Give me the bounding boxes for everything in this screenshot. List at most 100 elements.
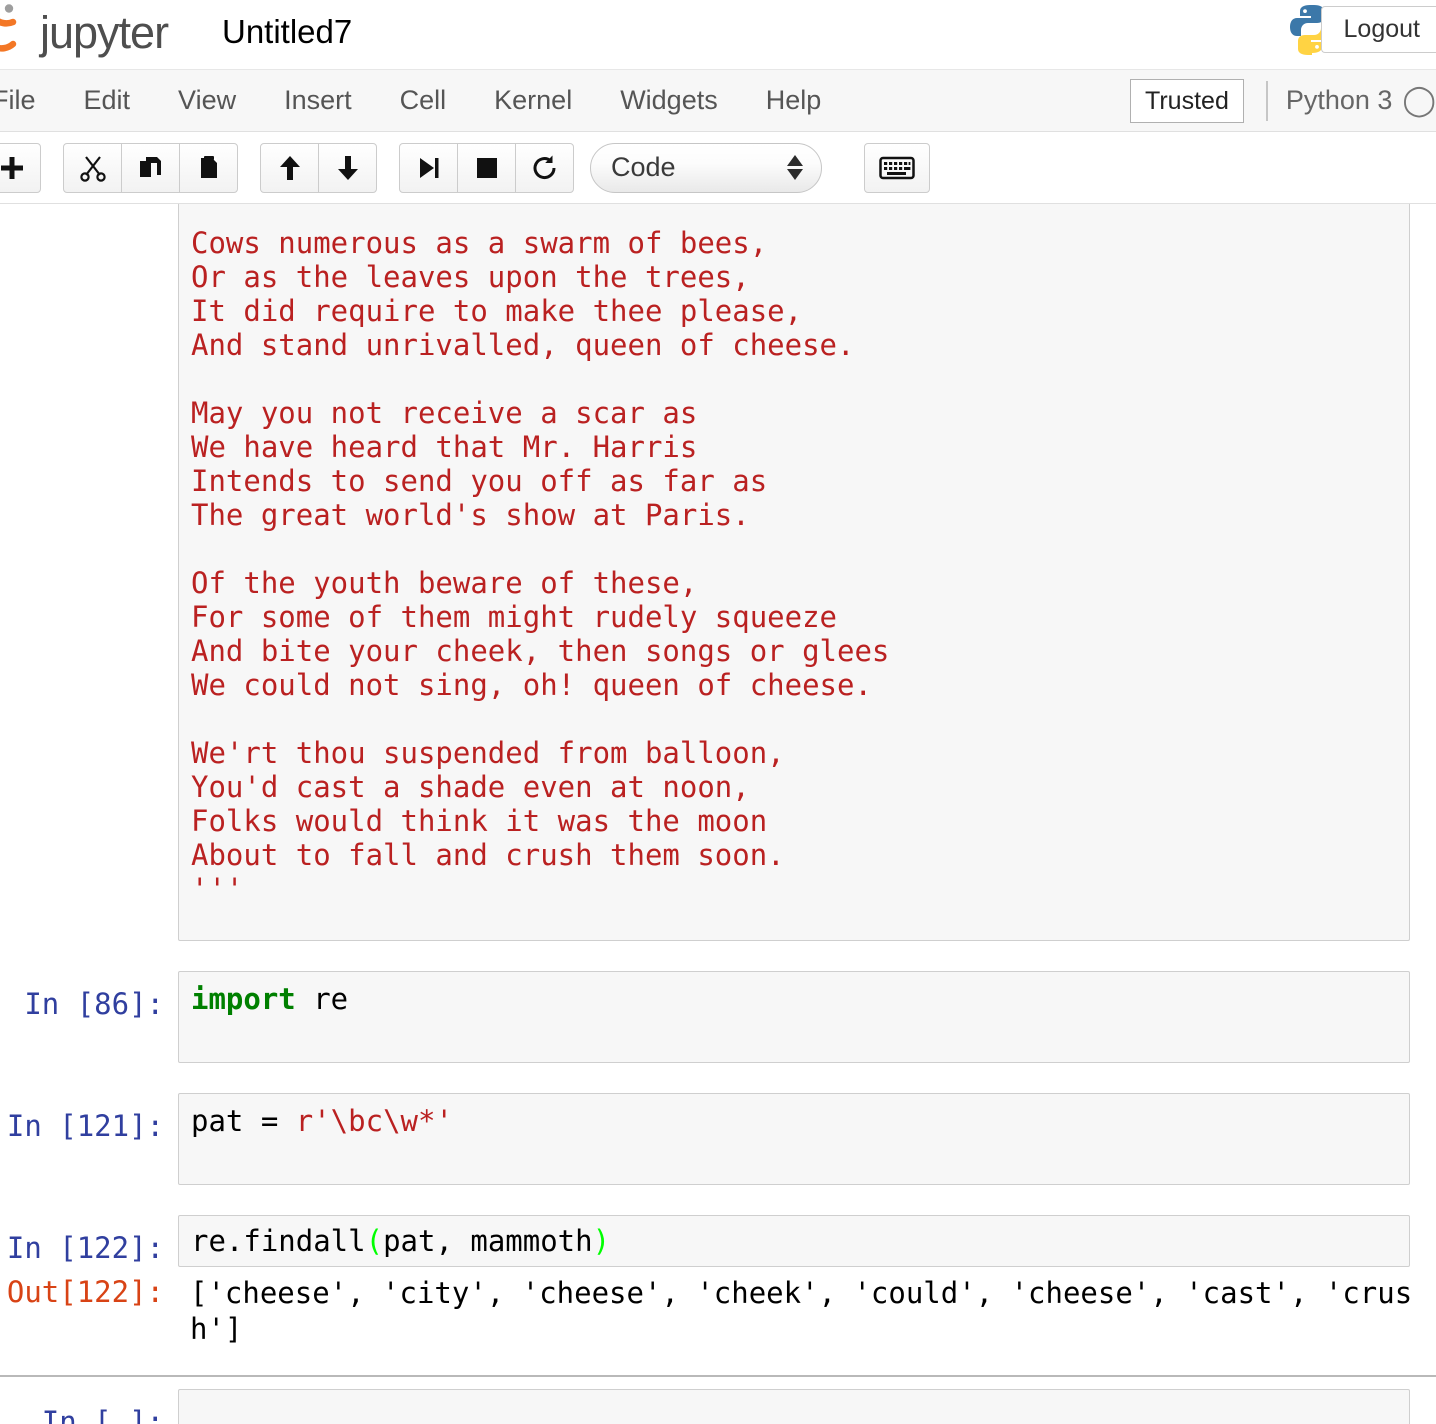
cell-source-line: Or as the leaves upon the trees, [191,260,750,294]
paste-cells-below-button[interactable] [179,142,238,193]
menu-view[interactable]: View [154,79,260,122]
restart-kernel-button[interactable] [515,142,574,193]
cell-input-area[interactable]: pat = r'\bc\w*' [178,1093,1410,1185]
notebook-title[interactable]: Untitled7 [222,6,352,58]
cell-source-line: re.findall(pat, mammoth) [191,1224,1409,1258]
cell-source-line: And bite your cheek, then songs or glees [191,634,890,668]
notebook-toolbar: Code [0,132,1436,204]
trusted-badge[interactable]: Trusted [1130,78,1244,123]
plus-icon [0,156,23,179]
cell-source-line: We have heard that Mr. Harris [191,430,698,464]
arrow-up-icon [279,155,300,180]
insert-cell-below-button[interactable] [0,142,41,193]
kernel-name-label: Python 3 [1285,85,1393,115]
stop-square-icon [476,157,497,178]
cell-input-area[interactable]: Cows numerous as a swarm of bees, Or as … [178,204,1410,941]
menu-edit[interactable]: Edit [60,79,155,122]
menu-kernel[interactable]: Kernel [470,79,596,122]
cell-input-area[interactable] [178,1389,1410,1424]
toolbar-group-clipboard [63,142,238,193]
cell-prompt-in: In [122]: [6,1231,164,1265]
cell-source-line: Intends to send you off as far as [191,464,768,498]
plain-token: pat = [191,1104,296,1138]
cell-source-line: Of the youth beware of these, [191,566,698,600]
code-cell-pattern[interactable]: In [121]: pat = r'\bc\w*' [0,1093,1436,1185]
cell-input-area[interactable]: re.findall(pat, mammoth) [178,1215,1410,1267]
cut-cells-button[interactable] [63,142,122,193]
cell-source-line: And stand unrivalled, queen of cheese. [191,328,855,362]
cell-source-line: We could not sing, oh! queen of cheese. [191,668,872,702]
output-line: h'] [190,1312,243,1346]
menu-insert[interactable]: Insert [260,79,376,122]
cell-source-line: import re [191,982,1409,1016]
menu-cell[interactable]: Cell [376,79,471,122]
restart-refresh-icon [533,155,556,179]
cell-type-value: Code [611,152,676,182]
kernel-status-area: Trusted Python 3 ◯ [1130,70,1436,131]
jupyter-logo-icon [0,4,17,52]
code-cell-empty[interactable]: In [ ]: [0,1389,1436,1424]
cell-prompt-in: In [ ]: [41,1405,164,1424]
arrow-down-icon [337,155,358,180]
cell-output-findall: Out[122]: ['cheese', 'city', 'cheese', '… [0,1267,1436,1353]
menu-bar: File Edit View Insert Cell Kernel Widget… [0,70,1436,132]
output-text-area: ['cheese', 'city', 'cheese', 'cheek', 'c… [178,1267,1412,1353]
cell-source-line [191,702,1409,736]
cell-source-line: You'd cast a shade even at noon, [191,770,750,804]
paren-close-token: ) [592,1224,611,1258]
cell-prompt-in: In [121]: [6,1109,164,1143]
paste-icon [200,155,217,178]
paren-open-token: ( [365,1224,384,1258]
cell-prompt-in: In [86]: [24,987,164,1021]
menu-file[interactable]: File [0,79,60,122]
menu-widgets[interactable]: Widgets [596,79,742,122]
cell-source-line [191,362,1409,396]
notebook-container[interactable]: Cows numerous as a swarm of bees, Or as … [0,204,1436,1424]
cell-source-line: About to fall and crush them soon. [191,838,785,872]
cell-source-line [191,1400,1409,1424]
toolbar-group-move [260,142,377,193]
string-token: r'\bc\w*' [295,1104,453,1138]
copy-cells-button[interactable] [121,142,180,193]
keyword-token: import [191,982,296,1016]
cell-source-line: ''' [191,872,244,906]
cell-source-line: pat = r'\bc\w*' [191,1104,1409,1138]
copy-icon [139,156,161,177]
plain-token: re.findall [191,1224,366,1258]
toolbar-group-add [0,142,41,193]
cell-source-line: We'rt thou suspended from balloon, [191,736,785,770]
toolbar-group-run [399,142,574,193]
output-line: ['cheese', 'city', 'cheese', 'cheek', 'c… [190,1276,1413,1310]
logout-button[interactable]: Logout [1320,6,1436,53]
cell-source-line: Cows numerous as a swarm of bees, [191,226,768,260]
cell-source-line: For some of them might rudely squeeze [191,600,838,634]
notebook-header: jupyter Untitled7 Logout [0,0,1436,70]
kernel-divider [1265,80,1268,121]
cell-type-select[interactable]: Code [590,142,822,193]
cell-source-line: Folks would think it was the moon [191,804,768,838]
move-cell-down-button[interactable] [318,142,377,193]
cell-prompt-out: Out[122]: [6,1275,164,1309]
cell-input-area[interactable]: import re [178,971,1410,1063]
chevron-updown-icon [787,155,803,180]
keyboard-icon [879,156,915,179]
code-cell-import[interactable]: In [86]: import re [0,971,1436,1063]
cell-source-line: The great world's show at Paris. [191,498,750,532]
move-cell-up-button[interactable] [260,142,319,193]
command-palette-button[interactable] [864,142,930,193]
menu-help[interactable]: Help [742,79,846,122]
code-cell-poem[interactable]: Cows numerous as a swarm of bees, Or as … [0,204,1436,941]
cell-source-line: It did require to make thee please, [191,294,803,328]
code-cell-findall[interactable]: In [122]: re.findall(pat, mammoth) [0,1215,1436,1267]
run-cell-button[interactable] [399,142,458,193]
kernel-idle-circle-icon: ◯ [1402,84,1436,117]
interrupt-kernel-button[interactable] [457,142,516,193]
plain-token: pat, mammoth [383,1224,593,1258]
scissors-icon [79,155,106,182]
jupyter-brand-text: jupyter [40,7,169,58]
jupyter-logo-link[interactable]: jupyter [0,2,169,64]
cell-source-line: May you not receive a scar as [191,396,698,430]
run-play-icon [419,157,438,178]
cell-source-line [191,532,1409,566]
plain-token: re [295,982,349,1016]
